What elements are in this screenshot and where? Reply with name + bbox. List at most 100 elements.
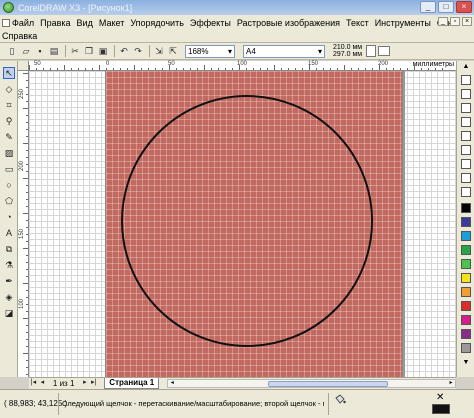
doc-restore-button[interactable]: ▫ bbox=[450, 17, 460, 26]
ellipse-tool-icon[interactable]: ○ bbox=[3, 179, 15, 191]
freehand-tool-icon[interactable]: ✎ bbox=[3, 131, 15, 143]
polygon-tool-icon[interactable]: ⬠ bbox=[3, 195, 15, 207]
interactive-blend-tool-icon[interactable]: ⧉ bbox=[3, 243, 15, 255]
ruler-tick bbox=[50, 68, 51, 70]
ruler-tick bbox=[23, 143, 28, 144]
open-folder-icon[interactable]: ▱ bbox=[20, 45, 32, 57]
color-swatch[interactable] bbox=[461, 131, 471, 141]
minimize-button[interactable]: _ bbox=[420, 1, 436, 13]
save-icon[interactable]: ▪ bbox=[34, 45, 46, 57]
color-swatch[interactable] bbox=[461, 187, 471, 197]
doc-minimize-button[interactable]: _ bbox=[438, 17, 448, 26]
color-swatch-magenta[interactable] bbox=[461, 315, 471, 325]
last-page-icon[interactable]: ▸| bbox=[89, 379, 98, 388]
zoom-level-select[interactable]: 168% ▾ bbox=[185, 44, 235, 58]
undo-icon[interactable]: ↶ bbox=[118, 45, 130, 57]
menu-edit[interactable]: Правка bbox=[40, 18, 70, 28]
color-swatch[interactable] bbox=[461, 103, 471, 113]
color-swatch-gray[interactable] bbox=[461, 343, 471, 353]
ruler-tick bbox=[232, 68, 233, 70]
status-divider bbox=[58, 393, 59, 415]
color-swatch-lightgreen[interactable] bbox=[461, 259, 471, 269]
vertical-ruler[interactable]: 250 200 150 100 bbox=[18, 71, 29, 377]
page-tab[interactable]: Страница 1 bbox=[104, 378, 160, 389]
color-swatch-black[interactable] bbox=[461, 203, 471, 213]
ruler-origin[interactable] bbox=[18, 61, 29, 71]
color-swatch[interactable] bbox=[461, 89, 471, 99]
ruler-tick bbox=[281, 68, 282, 70]
close-button[interactable]: × bbox=[456, 1, 472, 13]
fill-tool-icon[interactable]: ◈ bbox=[3, 291, 15, 303]
export-icon[interactable]: ⇱ bbox=[167, 45, 179, 57]
color-swatch-green[interactable] bbox=[461, 245, 471, 255]
ruler-tick bbox=[23, 318, 28, 319]
copy-icon[interactable]: ❐ bbox=[83, 45, 95, 57]
interactive-fill-tool-icon[interactable]: ◪ bbox=[3, 307, 15, 319]
basic-shapes-tool-icon[interactable]: ◔ bbox=[3, 211, 15, 223]
landscape-icon[interactable] bbox=[378, 46, 391, 56]
menu-view[interactable]: Вид bbox=[77, 18, 93, 28]
print-icon[interactable]: ▤ bbox=[48, 45, 60, 57]
color-swatch[interactable] bbox=[461, 173, 471, 183]
menu-help[interactable]: Справка bbox=[2, 31, 37, 41]
scroll-right-icon[interactable]: ▸ bbox=[447, 380, 455, 387]
prev-page-icon[interactable]: ◂ bbox=[38, 379, 47, 388]
color-swatch[interactable] bbox=[461, 145, 471, 155]
menu-tools[interactable]: Инструменты bbox=[375, 18, 431, 28]
toolbar-divider bbox=[65, 45, 66, 57]
color-swatch[interactable] bbox=[461, 159, 471, 169]
ruler-tick bbox=[26, 255, 28, 256]
scroll-left-icon[interactable]: ◂ bbox=[168, 380, 176, 387]
page-height-field[interactable]: 297.0 мм bbox=[333, 51, 362, 58]
crop-tool-icon[interactable]: ⌗ bbox=[3, 99, 15, 111]
menu-text[interactable]: Текст bbox=[346, 18, 369, 28]
horizontal-scrollbar[interactable]: ◂ ▸ bbox=[167, 379, 456, 388]
redo-icon[interactable]: ↷ bbox=[132, 45, 144, 57]
color-swatch-blue[interactable] bbox=[461, 217, 471, 227]
outline-tool-icon[interactable]: ✒ bbox=[3, 275, 15, 287]
next-page-icon[interactable]: ▸ bbox=[80, 379, 89, 388]
zoom-tool-icon[interactable]: ⚲ bbox=[3, 115, 15, 127]
menu-effects[interactable]: Эффекты bbox=[190, 18, 231, 28]
ruler-tick bbox=[26, 220, 28, 221]
ruler-tick bbox=[64, 65, 65, 70]
color-swatch-yellow[interactable] bbox=[461, 273, 471, 283]
text-tool-icon[interactable]: A bbox=[3, 227, 15, 239]
ruler-tick bbox=[26, 346, 28, 347]
ellipse-shape[interactable] bbox=[121, 95, 373, 347]
smart-fill-tool-icon[interactable]: ▨ bbox=[3, 147, 15, 159]
ruler-label: 150 bbox=[19, 228, 25, 239]
page-width-field[interactable]: 210.0 мм bbox=[333, 44, 362, 51]
scrollbar-thumb[interactable] bbox=[268, 381, 389, 387]
menu-file[interactable]: Файл bbox=[2, 18, 34, 28]
maximize-button[interactable]: □ bbox=[438, 1, 454, 13]
ruler-tick bbox=[26, 241, 28, 242]
color-swatch-cyan[interactable] bbox=[461, 231, 471, 241]
pick-tool-icon[interactable]: ↖ bbox=[3, 67, 15, 79]
palette-scroll-up-icon[interactable]: ▲ bbox=[461, 63, 471, 71]
color-swatch[interactable] bbox=[461, 117, 471, 127]
menu-layout[interactable]: Макет bbox=[99, 18, 124, 28]
rectangle-tool-icon[interactable]: ▭ bbox=[3, 163, 15, 175]
paper-size-select[interactable]: A4 ▾ bbox=[243, 44, 325, 58]
paste-icon[interactable]: ▣ bbox=[97, 45, 109, 57]
status-divider bbox=[328, 393, 329, 415]
color-swatch-purple[interactable] bbox=[461, 329, 471, 339]
color-swatch-red[interactable] bbox=[461, 301, 471, 311]
palette-scroll-down-icon[interactable]: ▼ bbox=[461, 359, 471, 367]
eyedropper-tool-icon[interactable]: ⚗ bbox=[3, 259, 15, 271]
cut-icon[interactable]: ✂ bbox=[69, 45, 81, 57]
import-icon[interactable]: ⇲ bbox=[153, 45, 165, 57]
no-color-swatch[interactable] bbox=[461, 75, 471, 85]
portrait-icon[interactable] bbox=[366, 45, 377, 57]
doc-close-button[interactable]: × bbox=[462, 17, 472, 26]
horizontal-ruler[interactable]: 50 0 50 100 150 200 миллиметры bbox=[18, 61, 456, 71]
first-page-icon[interactable]: |◂ bbox=[29, 379, 38, 388]
menu-arrange[interactable]: Упорядочить bbox=[130, 18, 184, 28]
shape-tool-icon[interactable]: ◇ bbox=[3, 83, 15, 95]
menu-bitmaps[interactable]: Растровые изображения bbox=[237, 18, 340, 28]
new-document-icon[interactable]: ▯ bbox=[6, 45, 18, 57]
page-dimensions[interactable]: 210.0 мм 297.0 мм bbox=[333, 44, 362, 58]
drawing-canvas[interactable] bbox=[29, 71, 456, 377]
color-swatch-orange[interactable] bbox=[461, 287, 471, 297]
